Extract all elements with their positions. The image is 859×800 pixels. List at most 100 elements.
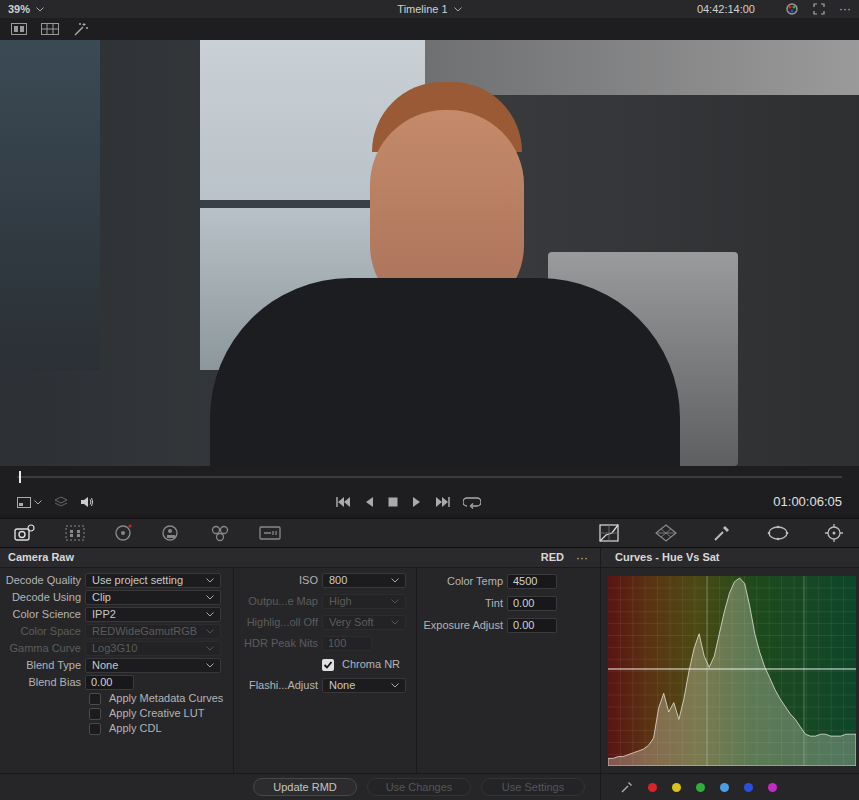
color-swatch[interactable] xyxy=(768,783,777,792)
window-icon[interactable] xyxy=(767,524,789,542)
setting-label: ISO xyxy=(234,572,322,589)
setting-row: Exposure Adjust0.00 xyxy=(417,614,600,636)
action-button[interactable]: Update RMD xyxy=(253,778,357,796)
camera-raw-icon[interactable] xyxy=(14,524,36,542)
setting-label: Flashi...Adjust xyxy=(234,677,322,694)
expand-icon[interactable] xyxy=(813,3,825,15)
dropdown[interactable]: None xyxy=(85,658,221,673)
rgb-mixer-icon[interactable] xyxy=(210,524,230,542)
top-bar: 39% Timeline 1 04:42:14:00 ··· xyxy=(0,0,859,18)
color-wheels-icon[interactable] xyxy=(114,524,132,542)
chevron-icon xyxy=(454,7,462,12)
button-row: Update RMD Use Changes Use Settings xyxy=(0,774,600,800)
setting-row: Flashi...Adjust None xyxy=(234,675,416,696)
stop-icon[interactable] xyxy=(387,496,399,508)
viewer-options xyxy=(17,496,335,508)
play-reverse-icon[interactable] xyxy=(363,496,375,508)
timeline-select[interactable]: Timeline 1 xyxy=(397,1,461,18)
chevron-icon xyxy=(206,578,214,583)
loop-icon[interactable] xyxy=(463,495,481,509)
number-field[interactable]: 4500 xyxy=(507,574,557,589)
eyedropper-icon[interactable] xyxy=(621,781,633,793)
setting-label: Decode Using xyxy=(0,589,85,606)
scrubber[interactable] xyxy=(0,466,859,490)
checkbox[interactable] xyxy=(89,708,101,720)
setting-row: Chroma NR xyxy=(234,654,416,675)
color-swatch[interactable] xyxy=(720,783,729,792)
top-right-tools: 04:42:14:00 ··· xyxy=(462,1,851,18)
option-label: Apply Creative LUT xyxy=(109,705,204,722)
dropdown[interactable]: None xyxy=(322,678,406,693)
button-label: Use Changes xyxy=(386,779,453,796)
speaker-icon[interactable] xyxy=(80,496,94,508)
option-row[interactable]: Apply Metadata Curves xyxy=(0,691,233,706)
option-row[interactable]: Apply CDL xyxy=(0,721,233,736)
tracker-icon[interactable] xyxy=(825,524,843,542)
action-button: Use Settings xyxy=(481,778,585,796)
zoom-value: 39% xyxy=(8,1,30,18)
viewer-toolbar xyxy=(0,18,859,40)
setting-label: Blend Type xyxy=(0,657,85,674)
setting-row: Outpu...e MapHigh xyxy=(234,591,416,612)
setting-row: Gamma CurveLog3G10 xyxy=(0,640,233,657)
color-swatch[interactable] xyxy=(744,783,753,792)
dropdown-value: 800 xyxy=(329,575,347,586)
color-wheel-icon[interactable] xyxy=(785,2,799,16)
color-swatch[interactable] xyxy=(648,783,657,792)
hue-vs-sat-graph[interactable] xyxy=(608,576,856,766)
playback-controls xyxy=(335,495,481,509)
skip-forward-icon[interactable] xyxy=(435,496,451,508)
skip-back-icon[interactable] xyxy=(335,496,351,508)
setting-label: Highlig...oll Off xyxy=(234,614,322,631)
checkbox[interactable] xyxy=(89,693,101,705)
playback-timecode-box: 01:00:06:05 xyxy=(481,492,842,512)
setting-label: Color Space xyxy=(0,623,85,640)
motion-effects-icon[interactable] xyxy=(259,525,281,541)
qualifier-icon[interactable] xyxy=(713,524,731,542)
scrubber-track[interactable] xyxy=(17,476,842,478)
dropdown[interactable]: Use project setting xyxy=(85,573,221,588)
layers-icon[interactable] xyxy=(54,496,68,508)
viewer-mode-icon[interactable] xyxy=(17,497,42,508)
number-field[interactable]: 0.00 xyxy=(507,618,557,633)
timeline-name: Timeline 1 xyxy=(397,1,447,18)
checkbox[interactable] xyxy=(322,659,334,671)
number-field[interactable]: 0.00 xyxy=(85,675,134,690)
dropdown[interactable]: Clip xyxy=(85,590,221,605)
dropdown[interactable]: 800 xyxy=(322,573,406,588)
color-warper-icon[interactable] xyxy=(655,524,677,542)
magic-wand-icon[interactable] xyxy=(73,22,89,36)
chevron-icon xyxy=(391,578,399,583)
color-swatch[interactable] xyxy=(672,783,681,792)
option-row[interactable]: Apply Creative LUT xyxy=(0,706,233,721)
setting-label: Chroma NR xyxy=(342,656,400,673)
checkbox[interactable] xyxy=(89,723,101,735)
curve-line[interactable] xyxy=(608,668,856,669)
color-swatch[interactable] xyxy=(696,783,705,792)
setting-row: Tint0.00 xyxy=(417,592,600,614)
chevron-icon xyxy=(206,612,214,617)
split-view-icon[interactable] xyxy=(41,23,59,35)
playhead[interactable] xyxy=(19,471,21,483)
palette-bar xyxy=(0,518,859,548)
number-field[interactable]: 0.00 xyxy=(507,596,557,611)
dropdown: Very Soft xyxy=(322,615,406,630)
color-match-icon[interactable] xyxy=(65,525,85,541)
raw-format: RED xyxy=(541,549,564,566)
graph-canvas[interactable] xyxy=(608,576,856,766)
dropdown: REDWideGamutRGB xyxy=(85,624,221,639)
chroma-nr-toggle[interactable]: Chroma NR xyxy=(322,656,400,673)
curves-header: Curves - Hue Vs Sat xyxy=(600,548,859,567)
source-timecode: 04:42:14:00 xyxy=(697,1,755,18)
hdr-wheels-icon[interactable] xyxy=(161,524,181,542)
play-icon[interactable] xyxy=(411,496,423,508)
more-button[interactable]: ··· xyxy=(839,3,851,15)
dropdown[interactable]: IPP2 xyxy=(85,607,221,622)
curves-icon[interactable] xyxy=(599,524,619,542)
setting-row: Color Temp4500 xyxy=(417,570,600,592)
panel-menu-button[interactable]: ··· xyxy=(576,552,588,564)
dropdown-value: None xyxy=(329,680,355,691)
field-value: 100 xyxy=(328,638,346,649)
single-view-icon[interactable] xyxy=(11,23,27,35)
zoom-select[interactable]: 39% xyxy=(8,1,397,18)
